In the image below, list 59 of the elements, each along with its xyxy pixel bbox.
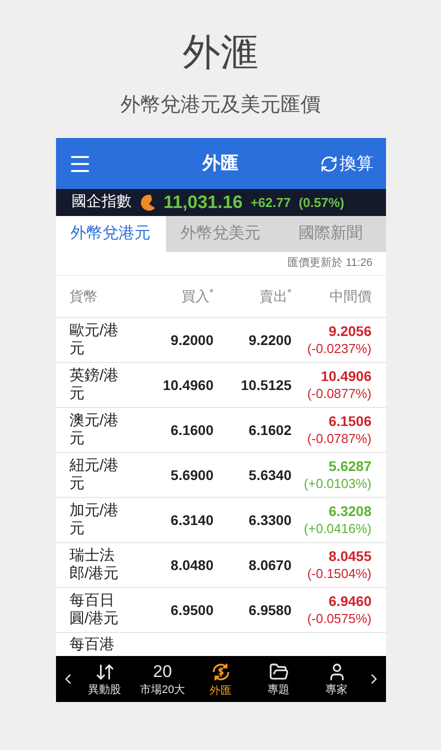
- currency-pair: 每百日圓/港元: [70, 592, 120, 628]
- buy-rate: 5.6900: [170, 466, 214, 484]
- currency-pair: 加元/港元: [70, 502, 120, 538]
- up-down-arrows-icon: [94, 662, 114, 682]
- nav-item[interactable]: 專題: [250, 662, 308, 696]
- nav-item[interactable]: 異動股: [76, 662, 134, 696]
- sell-rate: 6.9580: [248, 600, 292, 620]
- mid-change: (-0.0237%): [307, 340, 372, 358]
- refresh-icon: [320, 154, 338, 172]
- nav-icon-number: 20: [153, 662, 172, 682]
- buy-rate: 6.3140: [170, 510, 214, 530]
- column-header: 貨幣: [70, 287, 98, 306]
- convert-button[interactable]: 換算: [320, 150, 374, 176]
- mid-rate: 6.3208: [328, 502, 372, 520]
- sell-rate: 10.5125: [240, 376, 292, 394]
- buy-rate: 6.9500: [170, 600, 214, 620]
- mid-change: (+0.0416%): [304, 520, 372, 538]
- currency-pair: 瑞士法郎/港元: [70, 547, 120, 583]
- sell-rate: 6.3300: [248, 510, 292, 530]
- sell-rate: 8.0670: [248, 556, 292, 574]
- column-header: 賣出$^{*}$: [258, 286, 292, 306]
- index-value: 11,031.16: [164, 191, 243, 214]
- mid-change: (-0.0877%): [307, 385, 372, 403]
- sell-rate: 9.2200: [248, 330, 292, 350]
- column-header: 中間價: [328, 287, 372, 306]
- index-name: 國企指數: [72, 192, 132, 212]
- currency-pair: 澳元/港元: [70, 412, 120, 448]
- index-percent: (0.57%): [298, 194, 344, 212]
- mid-rate: 10.4906: [320, 367, 372, 385]
- index-change: +62.77: [250, 194, 291, 212]
- mid-rate: 8.0455: [328, 547, 372, 565]
- currency-pair: 歐元/港元: [70, 322, 120, 358]
- buy-rate: 10.4960: [162, 376, 214, 394]
- column-header: 買入$^{*}$: [180, 286, 214, 306]
- buy-rate: 6.1600: [170, 420, 214, 440]
- buy-rate: 8.0480: [170, 556, 214, 574]
- mid-change: (+0.0103%): [304, 475, 372, 493]
- mid-change: (-0.0787%): [307, 430, 372, 448]
- mid-rate: 6.9460: [328, 592, 372, 610]
- folder-icon: [268, 662, 288, 682]
- page-title: 外滙: [182, 31, 258, 76]
- mid-change: (-0.1504%): [307, 565, 372, 583]
- update-time: 匯價更新於 11:26: [288, 256, 372, 272]
- currency-pair: 英鎊/港元: [70, 367, 120, 403]
- header-title: 外匯: [201, 152, 240, 175]
- sell-rate: 6.1602: [248, 420, 292, 440]
- page-subtitle: 外幣兌港元及美元匯價: [120, 93, 320, 118]
- crescent-icon: [140, 194, 156, 212]
- currency-pair: 紐元/港元: [70, 457, 120, 493]
- sell-rate: 5.6340: [248, 466, 292, 484]
- mid-rate: 9.2056: [328, 322, 372, 340]
- currency-pair: 每百港: [70, 636, 114, 653]
- buy-rate: 9.2000: [170, 330, 214, 350]
- mid-rate: 5.6287: [328, 457, 372, 475]
- nav-item[interactable]: 20 市場20大: [134, 662, 192, 696]
- nav-item[interactable]: 專家: [308, 662, 366, 696]
- mid-change: (-0.0575%): [307, 610, 372, 628]
- mid-rate: 6.1506: [328, 412, 372, 430]
- nav-item[interactable]: 外匯: [192, 660, 250, 698]
